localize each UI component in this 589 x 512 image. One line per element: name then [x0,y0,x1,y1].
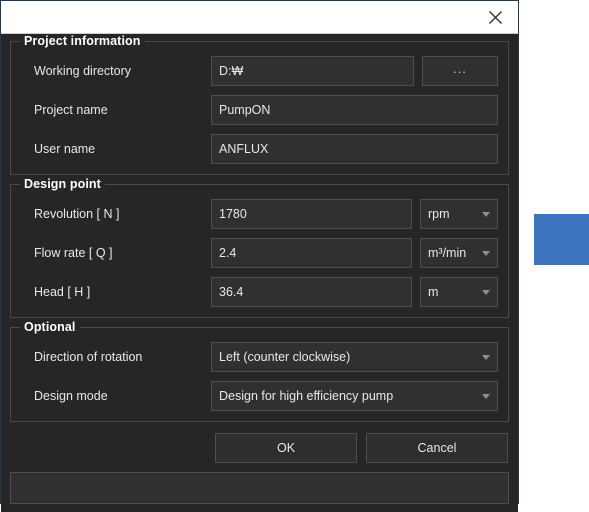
head-input[interactable] [211,277,412,307]
ok-button[interactable]: OK [215,433,357,463]
dialog-body: Project information Working directory ..… [1,34,518,512]
group-project-information: Project information Working directory ..… [10,34,509,175]
chevron-down-icon [482,289,490,295]
revolution-unit-select[interactable]: rpm [420,199,498,229]
browse-directory-button[interactable]: ... [422,56,498,86]
label-project-name: Project name [34,103,108,117]
design-mode-select[interactable]: Design for high efficiency pump [211,381,498,411]
row-head: Head [ H ] m [21,277,498,307]
label-working-directory: Working directory [34,64,132,78]
group-title-project-information: Project information [20,34,145,48]
label-head: Head [ H ] [34,285,91,299]
row-project-name: Project name [21,95,498,125]
row-design-mode: Design mode Design for high efficiency p… [21,381,498,411]
close-icon[interactable] [482,4,508,30]
cancel-button[interactable]: Cancel [366,433,508,463]
design-mode-value: Design for high efficiency pump [219,389,394,403]
row-revolution: Revolution [ N ] rpm [21,199,498,229]
row-user-name: User name [21,134,498,164]
project-name-input[interactable] [211,95,498,125]
working-directory-input[interactable] [211,56,414,86]
flow-rate-input[interactable] [211,238,412,268]
project-settings-dialog: Project information Working directory ..… [0,0,519,512]
group-title-optional: Optional [20,320,80,334]
label-revolution: Revolution [ N ] [34,207,120,221]
row-flow-rate: Flow rate [ Q ] m³/min [21,238,498,268]
dialog-button-bar: OK Cancel [10,433,509,463]
head-unit-value: m [428,285,439,299]
revolution-unit-value: rpm [428,207,450,221]
chevron-down-icon [482,211,490,217]
label-design-mode: Design mode [34,389,108,403]
chevron-down-icon [482,354,490,360]
row-direction-of-rotation: Direction of rotation Left (counter cloc… [21,342,498,372]
chevron-down-icon [482,393,490,399]
dialog-titlebar [1,1,518,34]
group-title-design-point: Design point [20,177,105,191]
flow-rate-unit-value: m³/min [428,246,467,260]
direction-of-rotation-value: Left (counter clockwise) [219,350,351,364]
group-design-point: Design point Revolution [ N ] rpm Flow r… [10,177,509,318]
label-user-name: User name [34,142,96,156]
direction-of-rotation-select[interactable]: Left (counter clockwise) [211,342,498,372]
label-direction-of-rotation: Direction of rotation [34,350,143,364]
status-bar [10,472,509,504]
label-flow-rate: Flow rate [ Q ] [34,246,113,260]
head-unit-select[interactable]: m [420,277,498,307]
accent-block [534,214,589,265]
revolution-input[interactable] [211,199,412,229]
user-name-input[interactable] [211,134,498,164]
chevron-down-icon [482,250,490,256]
flow-rate-unit-select[interactable]: m³/min [420,238,498,268]
group-optional: Optional Direction of rotation Left (cou… [10,320,509,422]
row-working-directory: Working directory ... [21,56,498,86]
